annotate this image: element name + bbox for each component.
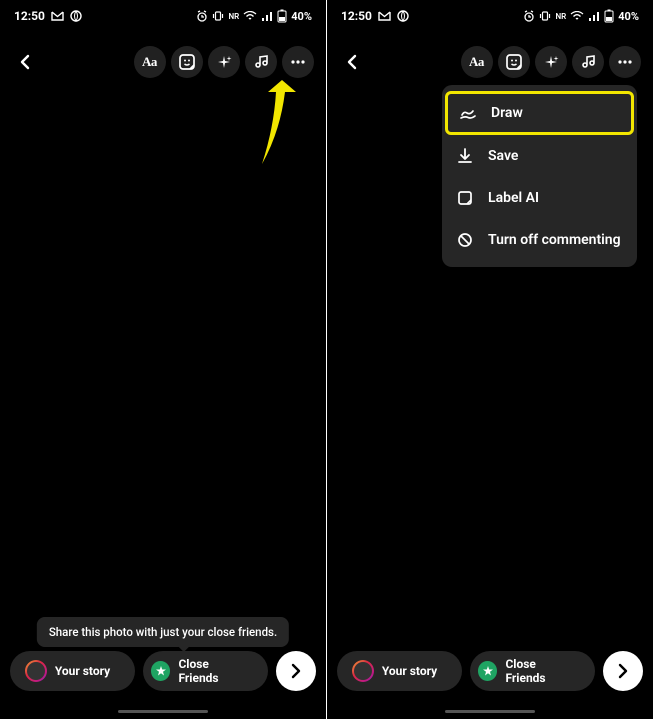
status-time: 12:50 xyxy=(14,9,45,23)
back-button[interactable] xyxy=(10,46,42,78)
chevron-right-icon xyxy=(614,662,632,680)
star-badge-icon xyxy=(478,661,497,681)
gmail-icon xyxy=(51,11,64,21)
close-friends-label: Close Friends xyxy=(505,657,577,685)
signal-icon xyxy=(261,11,273,21)
effects-button[interactable] xyxy=(535,46,567,78)
more-menu: Draw Save Label AI Turn off commenting xyxy=(442,85,637,267)
alarm-icon xyxy=(196,10,208,22)
status-left: 12:50 xyxy=(341,9,409,23)
menu-label: Draw xyxy=(491,105,523,121)
menu-item-save[interactable]: Save xyxy=(442,135,637,177)
comment-off-icon xyxy=(456,231,474,249)
wifi-icon xyxy=(570,11,584,21)
close-friends-label: Close Friends xyxy=(178,657,250,685)
vibrate-icon xyxy=(539,10,551,22)
more-icon xyxy=(289,53,307,71)
screen-left: 12:50 NR 40% Aa xyxy=(0,0,326,719)
status-time: 12:50 xyxy=(341,9,372,23)
battery-percent: 40% xyxy=(291,10,312,23)
signal-icon xyxy=(588,11,600,21)
draw-icon xyxy=(459,104,477,122)
app-icon xyxy=(70,10,82,22)
menu-label: Turn off commenting xyxy=(488,232,621,248)
menu-item-turn-off-commenting[interactable]: Turn off commenting xyxy=(442,219,637,261)
network-label: NR xyxy=(228,12,239,21)
your-story-button[interactable]: Your story xyxy=(337,651,462,691)
battery-icon xyxy=(604,9,614,23)
your-story-button[interactable]: Your story xyxy=(10,651,135,691)
chevron-right-icon xyxy=(287,662,305,680)
next-button[interactable] xyxy=(603,651,643,691)
label-ai-icon xyxy=(456,189,474,207)
close-friends-button[interactable]: Close Friends xyxy=(143,651,268,691)
alarm-icon xyxy=(523,10,535,22)
music-icon xyxy=(579,53,597,71)
battery-icon xyxy=(277,9,287,23)
text-tool-button[interactable]: Aa xyxy=(134,46,166,78)
sticker-button[interactable] xyxy=(171,46,203,78)
home-indicator xyxy=(118,710,208,713)
story-toolbar: Aa xyxy=(0,42,326,82)
close-friends-tooltip: Share this photo with just your close fr… xyxy=(37,617,289,647)
music-icon xyxy=(252,53,270,71)
effects-button[interactable] xyxy=(208,46,240,78)
sticker-icon xyxy=(505,53,523,71)
text-icon: Aa xyxy=(142,54,157,70)
app-icon xyxy=(397,10,409,22)
chevron-left-icon xyxy=(343,52,363,72)
your-story-label: Your story xyxy=(55,664,110,678)
screen-right: 12:50 NR 40% Aa xyxy=(327,0,653,719)
home-indicator xyxy=(445,710,535,713)
back-button[interactable] xyxy=(337,46,369,78)
chevron-left-icon xyxy=(16,52,36,72)
avatar xyxy=(352,660,374,682)
download-icon xyxy=(456,147,474,165)
next-button[interactable] xyxy=(276,651,316,691)
status-bar: 12:50 NR 40% xyxy=(327,0,653,32)
gmail-icon xyxy=(378,11,391,21)
more-button[interactable] xyxy=(609,46,641,78)
text-tool-button[interactable]: Aa xyxy=(461,46,493,78)
tooltip-text: Share this photo with just your close fr… xyxy=(49,625,277,639)
more-icon xyxy=(616,53,634,71)
music-button[interactable] xyxy=(245,46,277,78)
status-bar: 12:50 NR 40% xyxy=(0,0,326,32)
network-label: NR xyxy=(555,12,566,21)
battery-percent: 40% xyxy=(618,10,639,23)
vibrate-icon xyxy=(212,10,224,22)
text-icon: Aa xyxy=(469,54,484,70)
status-right: NR 40% xyxy=(196,9,312,23)
star-badge-icon xyxy=(151,661,170,681)
sticker-icon xyxy=(178,53,196,71)
story-toolbar: Aa xyxy=(327,42,653,82)
bottom-bar: Your story Close Friends xyxy=(0,651,326,691)
arrow-annotation xyxy=(252,72,302,172)
more-button[interactable] xyxy=(282,46,314,78)
music-button[interactable] xyxy=(572,46,604,78)
close-friends-button[interactable]: Close Friends xyxy=(470,651,595,691)
avatar xyxy=(25,660,47,682)
menu-label: Save xyxy=(488,148,518,164)
status-left: 12:50 xyxy=(14,9,82,23)
menu-label: Label AI xyxy=(488,190,539,206)
your-story-label: Your story xyxy=(382,664,437,678)
menu-item-label-ai[interactable]: Label AI xyxy=(442,177,637,219)
sticker-button[interactable] xyxy=(498,46,530,78)
bottom-bar: Your story Close Friends xyxy=(327,651,653,691)
menu-item-draw[interactable]: Draw xyxy=(445,91,634,135)
wifi-icon xyxy=(243,11,257,21)
status-right: NR 40% xyxy=(523,9,639,23)
sparkle-icon xyxy=(542,53,560,71)
sparkle-icon xyxy=(215,53,233,71)
